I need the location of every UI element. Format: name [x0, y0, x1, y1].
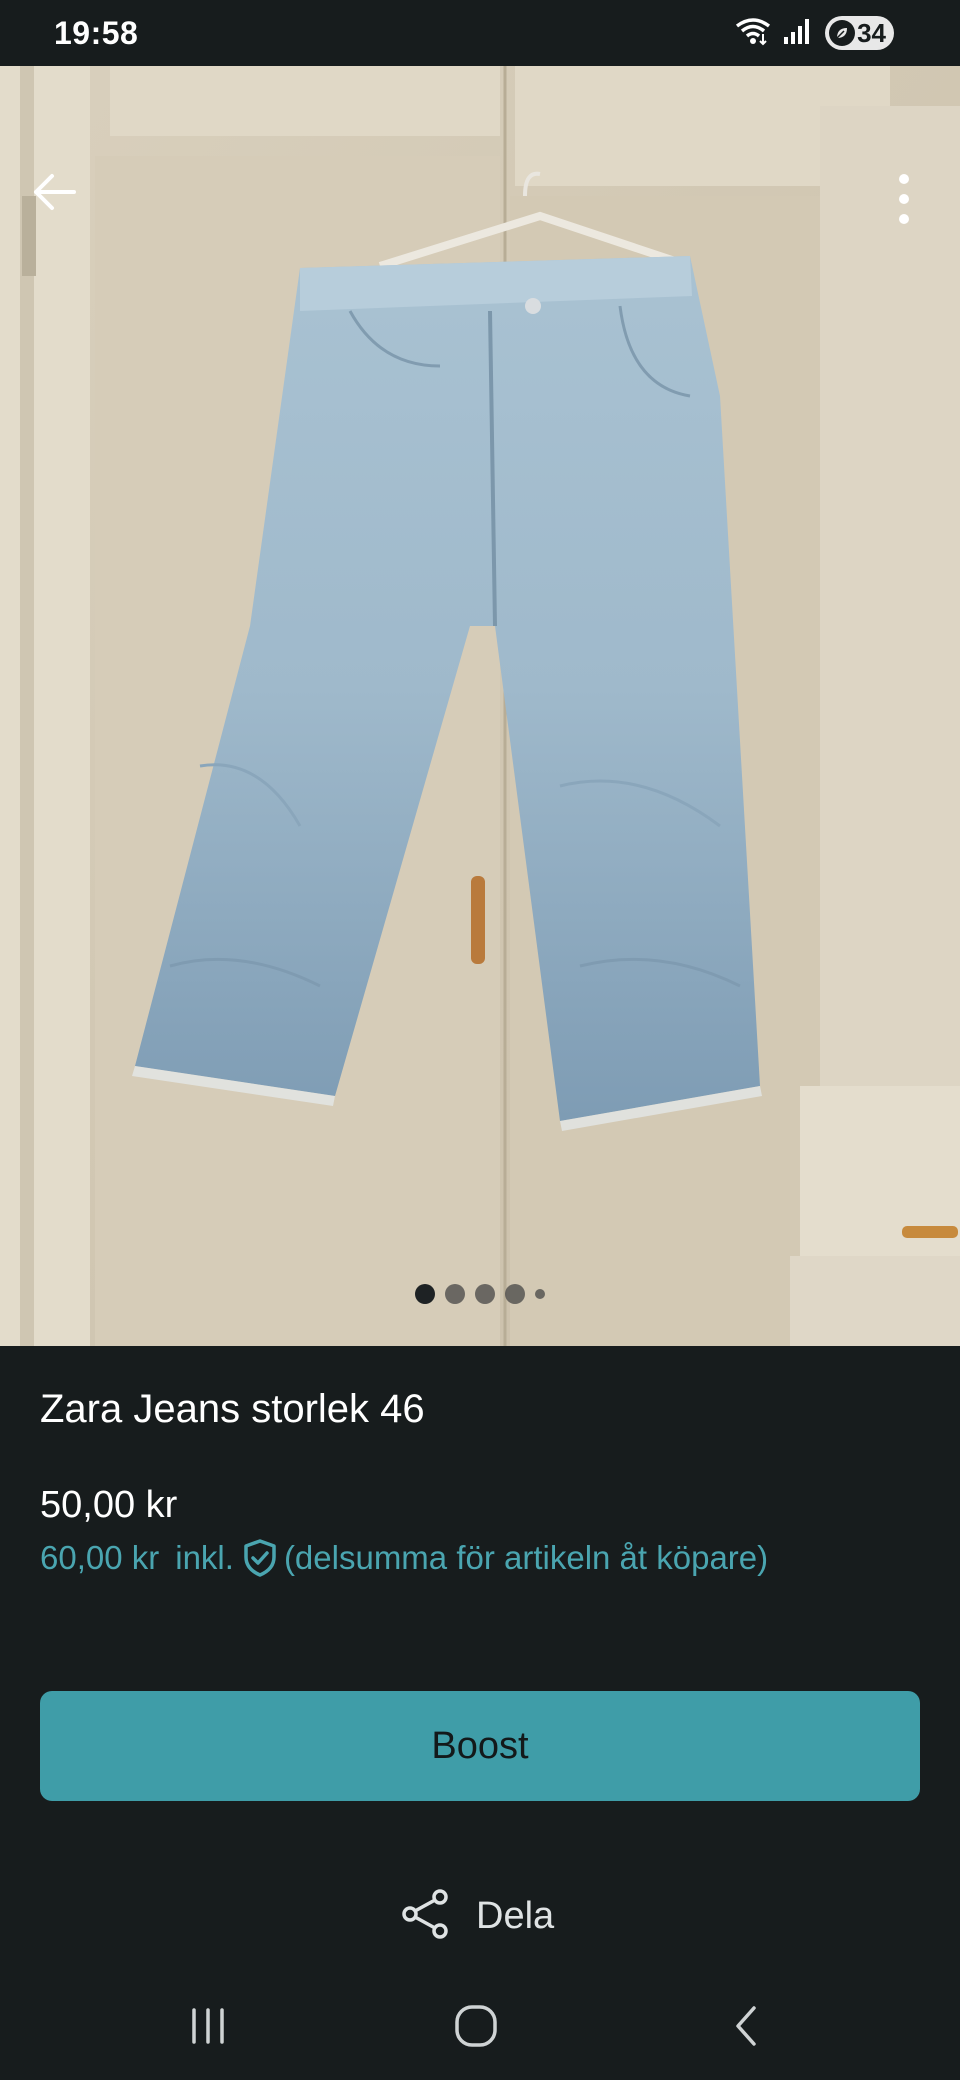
carousel-dot[interactable] [475, 1284, 495, 1304]
signal-icon [783, 17, 813, 50]
share-icon [400, 1888, 450, 1945]
nav-back-icon [728, 2002, 764, 2055]
battery-level: 34 [857, 17, 886, 48]
nav-back-button[interactable] [716, 1998, 776, 2058]
listing-price: 50,00 kr [40, 1484, 178, 1526]
status-icons: 34 [735, 16, 894, 51]
boost-button[interactable]: Boost [40, 1691, 920, 1801]
arrow-left-icon [32, 172, 76, 217]
system-navigation-bar [0, 1960, 960, 2080]
recents-button[interactable] [178, 1998, 238, 2058]
more-options-button[interactable] [876, 166, 932, 236]
shield-check-icon [242, 1538, 278, 1578]
carousel-dot[interactable] [535, 1289, 545, 1299]
battery-saver-icon [829, 20, 856, 46]
back-button[interactable] [26, 166, 82, 222]
carousel-dot[interactable] [445, 1284, 465, 1304]
carousel-page-indicator [0, 1284, 960, 1304]
price-with-protection[interactable]: 60,00 kr inkl. (delsumma för artikeln åt… [40, 1538, 768, 1578]
carousel-dot[interactable] [505, 1284, 525, 1304]
carousel-dot[interactable] [415, 1284, 435, 1304]
status-bar: 19:58 34 [0, 0, 960, 66]
listing-photo-carousel[interactable] [0, 66, 960, 1346]
price-incl-label: inkl. [175, 1539, 234, 1576]
status-time: 19:58 [54, 14, 139, 51]
more-vertical-icon [898, 171, 910, 232]
price-incl-note: (delsumma för artikeln åt köpare) [283, 1539, 769, 1576]
price-incl-amount: 60,00 kr [40, 1539, 160, 1576]
wifi-icon [735, 16, 771, 51]
listing-title: Zara Jeans storlek 46 [40, 1387, 425, 1431]
recents-icon [186, 2006, 230, 2051]
share-button[interactable]: Dela [400, 1888, 554, 1945]
home-icon [452, 2002, 500, 2055]
listing-photo [0, 66, 960, 1346]
share-label: Dela [476, 1895, 555, 1937]
home-button[interactable] [446, 1998, 506, 2058]
battery-indicator: 34 [825, 16, 894, 50]
